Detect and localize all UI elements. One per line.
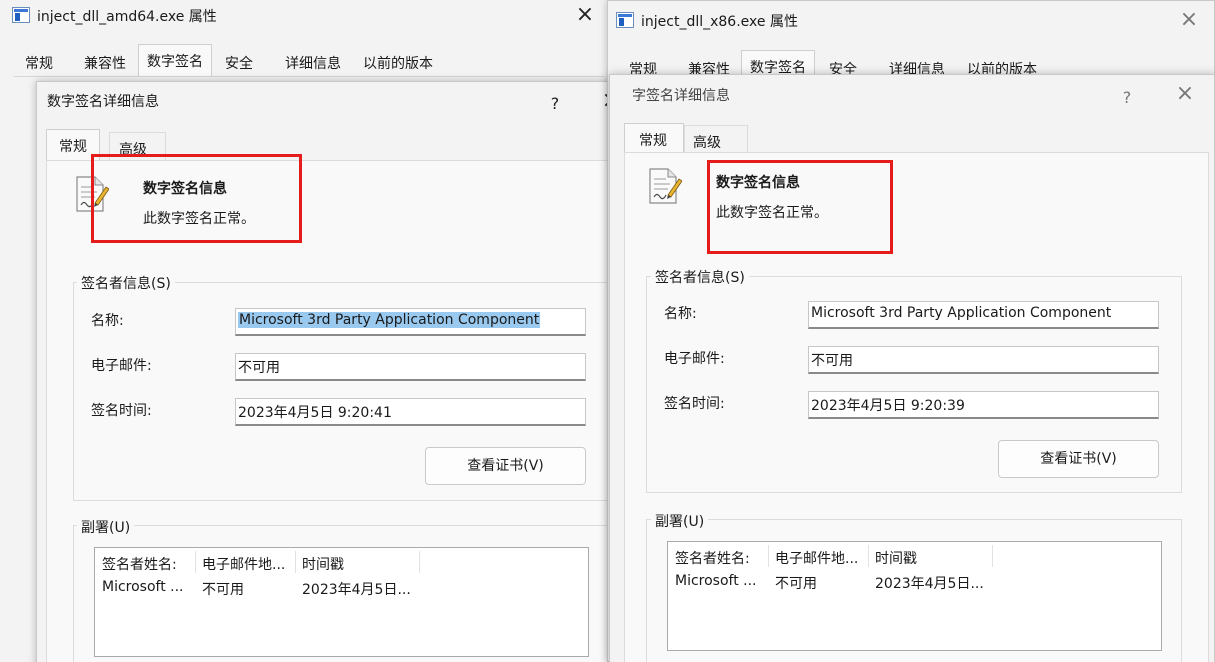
left-window-close-icon[interactable]: × (570, 4, 600, 26)
left-name-field[interactable]: Microsoft 3rd Party Application Componen… (235, 308, 586, 336)
right-email-field[interactable]: 不可用 (808, 346, 1159, 374)
left-col-email[interactable]: 电子邮件地... (202, 554, 285, 574)
left-tab-previous-versions[interactable]: 以前的版本 (355, 47, 441, 77)
left-view-certificate-button[interactable]: 查看证书(V) (425, 447, 586, 485)
right-highlight-box (707, 160, 893, 254)
right-email-label: 电子邮件: (664, 351, 725, 367)
left-tab-general[interactable]: 常规 (17, 47, 61, 77)
right-countersig-list[interactable]: 签名者姓名: 电子邮件地... 时间戳 Microsoft ... 不可用 20… (667, 541, 1162, 651)
right-col-sep-1 (768, 545, 769, 567)
left-col-sep-1 (195, 551, 196, 573)
left-tab-details[interactable]: 详细信息 (277, 47, 349, 77)
right-col-email[interactable]: 电子邮件地... (775, 548, 858, 568)
right-signer-group-label: 签名者信息(S) (651, 267, 749, 287)
right-dialog-title: 字签名详细信息 (632, 88, 730, 104)
left-email-field[interactable]: 不可用 (235, 353, 586, 381)
left-time-field[interactable]: 2023年4月5日 9:20:41 (235, 398, 586, 426)
right-name-field[interactable]: Microsoft 3rd Party Application Componen… (808, 301, 1159, 329)
left-tab-strip-line (14, 76, 604, 77)
left-name-label: 名称: (91, 313, 124, 329)
left-row-email: 不可用 (202, 582, 244, 598)
app-window-icon (616, 12, 634, 28)
right-help-icon[interactable]: ? (1112, 87, 1142, 109)
left-row-timestamp: 2023年4月5日... (302, 582, 411, 598)
right-dialog-tab-advanced[interactable]: 高级 (684, 125, 748, 155)
right-view-certificate-button[interactable]: 查看证书(V) (998, 440, 1159, 478)
right-time-label: 签名时间: (664, 396, 725, 412)
left-tab-digital-signature[interactable]: 数字签名 (138, 44, 212, 77)
left-name-value: Microsoft 3rd Party Application Componen… (238, 312, 541, 328)
left-help-icon[interactable]: ? (540, 93, 570, 115)
left-dialog-title: 数字签名详细信息 (47, 94, 159, 110)
left-email-label: 电子邮件: (91, 358, 152, 374)
right-row-signer: Microsoft ... (675, 573, 757, 589)
right-col-timestamp[interactable]: 时间戳 (875, 548, 917, 568)
right-row-email: 不可用 (775, 576, 817, 592)
right-dialog-tab-general[interactable]: 常规 (624, 123, 684, 152)
right-time-field[interactable]: 2023年4月5日 9:20:39 (808, 391, 1159, 419)
right-name-label: 名称: (664, 306, 697, 322)
right-window-title: inject_dll_x86.exe 属性 (641, 14, 798, 30)
left-row-signer: Microsoft ... (102, 579, 184, 595)
right-col-signer-name[interactable]: 签名者姓名: (675, 548, 750, 568)
left-countersig-group-label: 副署(U) (77, 517, 135, 537)
left-col-sep-3 (419, 551, 420, 573)
right-dialog-close-icon[interactable]: × (1170, 83, 1200, 105)
right-signed-document-icon (649, 168, 682, 204)
left-countersig-list[interactable]: 签名者姓名: 电子邮件地... 时间戳 Microsoft ... 不可用 20… (94, 547, 589, 657)
right-details-dialog: 字签名详细信息 ? × 常规 高级 数字签名信息 此数字签名正常。 签名者信息(… (609, 74, 1215, 662)
left-signer-group-label: 签名者信息(S) (77, 273, 175, 293)
left-col-sep-2 (295, 551, 296, 573)
left-tab-security[interactable]: 安全 (217, 47, 261, 77)
left-col-signer-name[interactable]: 签名者姓名: (102, 554, 177, 574)
left-highlight-box (91, 154, 302, 243)
right-window-close-icon[interactable]: × (1174, 9, 1204, 31)
right-countersig-group-label: 副署(U) (651, 511, 709, 531)
right-col-sep-3 (992, 545, 993, 567)
right-row-timestamp: 2023年4月5日... (875, 576, 984, 592)
right-col-sep-2 (868, 545, 869, 567)
left-time-label: 签名时间: (91, 403, 152, 419)
left-tab-compat[interactable]: 兼容性 (76, 47, 134, 77)
left-col-timestamp[interactable]: 时间戳 (302, 554, 344, 574)
left-window-title: inject_dll_amd64.exe 属性 (37, 9, 217, 25)
app-window-icon (12, 7, 30, 23)
